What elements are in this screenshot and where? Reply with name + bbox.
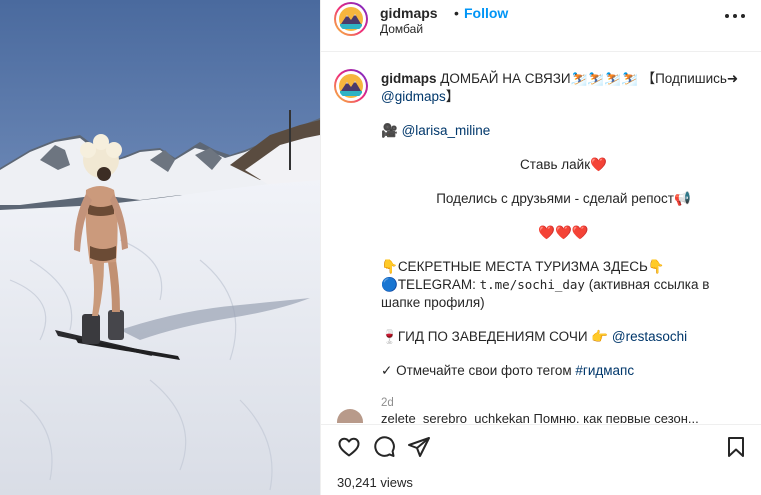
follow-button[interactable]: Follow bbox=[464, 5, 508, 21]
guide-text: ГИД ПО ЗАВЕДЕНИЯМ СОЧИ bbox=[397, 329, 588, 344]
gidmaps-logo-icon bbox=[338, 6, 364, 32]
bookmark-icon[interactable] bbox=[724, 435, 748, 459]
separator-dot: • bbox=[454, 5, 459, 21]
restasochi-mention-link[interactable]: @restasochi bbox=[612, 329, 687, 344]
comment-text: zelete_serebro_uchkekan Помню, как первы… bbox=[381, 411, 699, 423]
caption-avatar[interactable] bbox=[334, 69, 368, 103]
like-text: Ставь лайк bbox=[520, 157, 591, 172]
tag-line: ✓ Отмечайте свои фото тегом #гидмапс bbox=[381, 362, 746, 380]
megaphone-icon: 📢 bbox=[673, 191, 691, 206]
secret-places-text: СЕКРЕТНЫЕ МЕСТА ТУРИЗМА ЗДЕСЬ bbox=[397, 259, 648, 274]
post-panel: gidmaps • Follow Домбай gidmaps ДОМБАЙ Н… bbox=[320, 0, 761, 495]
tag-text: Отмечайте свои фото тегом bbox=[396, 363, 572, 378]
like-line: Ставь лайк❤️ bbox=[381, 156, 746, 174]
share-text: Поделись с друзьями - сделай репост bbox=[436, 191, 674, 206]
commenter-avatar[interactable] bbox=[337, 409, 363, 423]
caption-area: gidmaps ДОМБАЙ НА СВЯЗИ⛷️⛷️⛷️⛷️ 【Подпиши… bbox=[321, 52, 761, 412]
gidmaps-mention-link[interactable]: @gidmaps bbox=[381, 89, 446, 104]
info-block: 👇СЕКРЕТНЫЕ МЕСТА ТУРИЗМА ЗДЕСЬ👇 🔵TELEGRA… bbox=[381, 258, 746, 312]
wine-glass-icon: 🍷 bbox=[381, 329, 398, 344]
caption-intro: gidmaps ДОМБАЙ НА СВЯЗИ⛷️⛷️⛷️⛷️ 【Подпиши… bbox=[381, 70, 746, 106]
telegram-label: TELEGRAM: bbox=[397, 277, 476, 292]
credit-line: 🎥 @larisa_miline bbox=[381, 122, 746, 140]
profile-avatar[interactable] bbox=[334, 2, 368, 36]
post-header: gidmaps • Follow Домбай bbox=[321, 0, 761, 52]
views-count[interactable]: 30,241 views bbox=[337, 475, 413, 490]
header-username[interactable]: gidmaps bbox=[380, 5, 438, 21]
blue-circle-icon: 🔵 bbox=[381, 277, 398, 292]
skier-video-frame bbox=[0, 0, 320, 495]
more-options-icon[interactable] bbox=[723, 8, 747, 26]
hashtag-link[interactable]: #гидмапс bbox=[575, 363, 634, 378]
heart-icon: ❤️ bbox=[590, 157, 607, 172]
hearts-line: ❤️❤️❤️ bbox=[538, 225, 589, 240]
location-link[interactable]: Домбай bbox=[380, 22, 423, 36]
caption-text: gidmaps ДОМБАЙ НА СВЯЗИ⛷️⛷️⛷️⛷️ 【Подпиши… bbox=[381, 70, 746, 412]
larisa-mention-link[interactable]: @larisa_miline bbox=[402, 123, 491, 138]
caption-bracket: 】 bbox=[445, 89, 460, 104]
speech-bubble-icon[interactable] bbox=[372, 435, 396, 459]
point-down-icon: 👇 bbox=[381, 259, 398, 274]
camera-icon: 🎥 bbox=[381, 123, 398, 138]
guide-line: 🍷ГИД ПО ЗАВЕДЕНИЯМ СОЧИ 👉 @restasochi bbox=[381, 328, 746, 346]
heart-outline-icon[interactable] bbox=[337, 435, 361, 459]
check-icon: ✓ bbox=[381, 363, 393, 378]
share-line: Поделись с друзьями - сделай репост📢 bbox=[381, 190, 746, 208]
caption-line1: ДОМБАЙ НА СВЯЗИ⛷️⛷️⛷️⛷️ 【Подпишись➜ bbox=[440, 71, 739, 86]
point-down-icon: 👇 bbox=[647, 259, 665, 274]
post-media[interactable] bbox=[0, 0, 320, 495]
gidmaps-logo-icon bbox=[338, 73, 364, 99]
comment-preview: zelete_serebro_uchkekan Помню, как первы… bbox=[337, 409, 757, 423]
action-bar: 30,241 views bbox=[321, 424, 761, 495]
paper-plane-icon[interactable] bbox=[407, 435, 431, 459]
telegram-link: t.me/sochi_day bbox=[479, 277, 585, 292]
point-right-icon: 👉 bbox=[591, 329, 609, 344]
caption-username[interactable]: gidmaps bbox=[381, 71, 437, 86]
